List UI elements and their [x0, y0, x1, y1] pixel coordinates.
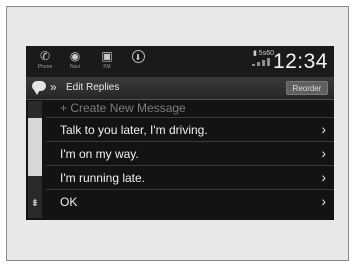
- create-new-message-item[interactable]: + Create New Message: [46, 99, 334, 118]
- list-item[interactable]: OK ›: [46, 190, 334, 214]
- fm-icon[interactable]: ▣ FM: [96, 49, 118, 75]
- phone-icon[interactable]: ✆ Phone: [34, 49, 56, 75]
- chevron-right-icon: ›: [321, 193, 326, 209]
- chevron-right-icon: ›: [321, 121, 326, 137]
- battery-indicator: ▮ 5s60: [253, 50, 274, 57]
- chevron-right-icon: ›: [321, 169, 326, 185]
- list-item[interactable]: I'm running late. ›: [46, 166, 334, 190]
- reorder-button[interactable]: Reorder: [286, 81, 328, 95]
- navi-icon[interactable]: ◉ Navi: [64, 49, 86, 75]
- status-bar: ✆ Phone ◉ Navi ▣ FM ⬇ ▮ 5s60 12:34: [26, 46, 334, 77]
- download-icon[interactable]: ⬇: [127, 49, 149, 75]
- title-bar: » Edit Replies Reorder: [26, 77, 334, 100]
- page-title: Edit Replies: [66, 82, 120, 93]
- scrollbar-thumb[interactable]: [28, 118, 42, 176]
- list-item[interactable]: I'm on my way. ›: [46, 142, 334, 166]
- audio-display-screen: ✆ Phone ◉ Navi ▣ FM ⬇ ▮ 5s60 12:34 » Edi…: [26, 46, 334, 220]
- scroll-down-icon[interactable]: ⇟: [28, 196, 42, 212]
- list-item[interactable]: Talk to you later, I'm driving. ›: [46, 118, 334, 142]
- message-bubble-icon: [32, 81, 46, 95]
- replies-list: + Create New Message Talk to you later, …: [46, 99, 334, 220]
- breadcrumb-chevron-icon: »: [50, 80, 57, 94]
- chevron-right-icon: ›: [321, 145, 326, 161]
- clock: 12:34: [272, 50, 328, 73]
